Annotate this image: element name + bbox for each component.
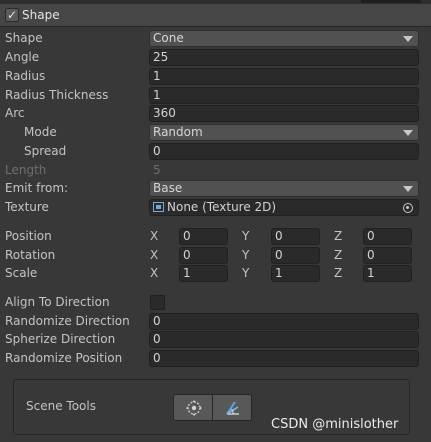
axis-y-label: Y	[242, 229, 250, 243]
align-to-direction-checkbox[interactable]	[150, 295, 165, 310]
shape-dropdown[interactable]: Cone	[149, 30, 419, 47]
scale-label: Scale	[5, 266, 38, 280]
radius-label: Radius	[5, 69, 46, 83]
rotation-y-field[interactable]: 0	[271, 247, 320, 264]
arc-field[interactable]: 360	[149, 105, 419, 122]
shape-dropdown-value: Cone	[153, 31, 184, 45]
texture-value: None (Texture 2D)	[167, 200, 277, 214]
length-field: 5	[153, 163, 161, 177]
angle-field[interactable]: 25	[149, 49, 419, 66]
shape-edit-icon	[226, 401, 239, 415]
arc-spread-field[interactable]: 0	[149, 143, 419, 160]
shape-edit-button[interactable]	[212, 394, 252, 421]
arc-mode-dropdown-value: Random	[153, 125, 203, 139]
axis-x-label: X	[150, 266, 159, 280]
watermark-text: CSDN @minislother	[271, 417, 399, 432]
rotation-label: Rotation	[5, 248, 56, 262]
axis-z-label: Z	[334, 248, 343, 262]
dropdown-arrow-icon	[403, 36, 413, 42]
transform-gizmo-icon	[186, 400, 202, 416]
arc-label: Arc	[5, 106, 25, 120]
dropdown-arrow-icon	[403, 130, 413, 136]
randomize-position-row: Randomize Position 0	[0, 349, 431, 368]
randomize-position-label: Randomize Position	[5, 351, 123, 365]
length-row: Length 5	[0, 161, 431, 180]
dropdown-arrow-icon	[403, 186, 413, 192]
randomize-direction-row: Randomize Direction 0	[0, 312, 431, 331]
angle-row: Angle 25	[0, 48, 431, 67]
radius-field[interactable]: 1	[149, 68, 419, 85]
axis-y-label: Y	[242, 248, 250, 262]
spherize-direction-field[interactable]: 0	[149, 331, 419, 348]
position-x-field[interactable]: 0	[179, 228, 228, 245]
align-to-direction-label: Align To Direction	[5, 295, 110, 309]
shape-module-header[interactable]: ✓ Shape	[0, 4, 431, 27]
emit-from-dropdown[interactable]: Base	[149, 180, 419, 197]
randomize-direction-label: Randomize Direction	[5, 314, 130, 328]
scale-y-field[interactable]: 1	[271, 265, 320, 282]
axis-y-label: Y	[242, 266, 250, 280]
arc-row: Arc 360	[0, 104, 431, 123]
scale-row: Scale X 1 Y 1 Z 1	[0, 264, 431, 283]
position-z-field[interactable]: 0	[363, 228, 412, 245]
shape-label: Shape	[5, 31, 43, 45]
transform-gizmo-button[interactable]	[173, 394, 213, 421]
axis-z-label: Z	[334, 229, 343, 243]
module-title: Shape	[22, 8, 60, 22]
randomize-position-field[interactable]: 0	[149, 350, 419, 367]
position-label: Position	[5, 229, 52, 243]
texture-object-field[interactable]: None (Texture 2D)	[149, 199, 419, 216]
axis-x-label: X	[150, 229, 159, 243]
texture-label: Texture	[5, 200, 49, 214]
axis-z-label: Z	[334, 266, 343, 280]
length-label: Length	[5, 163, 47, 177]
arc-spread-label: Spread	[24, 144, 67, 158]
scene-tools-label: Scene Tools	[26, 399, 96, 413]
arc-mode-row: Mode Random	[0, 123, 431, 142]
arc-mode-dropdown[interactable]: Random	[149, 124, 419, 141]
object-picker-icon[interactable]	[403, 203, 413, 213]
position-y-field[interactable]: 0	[271, 228, 320, 245]
arc-mode-label: Mode	[24, 125, 57, 139]
rotation-x-field[interactable]: 0	[179, 247, 228, 264]
radius-thickness-field[interactable]: 1	[149, 87, 419, 104]
texture-row: Texture None (Texture 2D)	[0, 198, 431, 217]
randomize-direction-field[interactable]: 0	[149, 313, 419, 330]
rotation-row: Rotation X 0 Y 0 Z 0	[0, 246, 431, 265]
module-enabled-checkbox[interactable]: ✓	[5, 8, 19, 22]
scale-x-field[interactable]: 1	[179, 265, 228, 282]
arc-spread-row: Spread 0	[0, 142, 431, 161]
top-strip-block	[361, 0, 421, 3]
spherize-direction-label: Spherize Direction	[5, 332, 116, 346]
align-to-direction-row: Align To Direction	[0, 293, 431, 312]
texture-icon	[153, 202, 164, 212]
radius-thickness-label: Radius Thickness	[5, 88, 109, 102]
scale-z-field[interactable]: 1	[363, 265, 412, 282]
radius-row: Radius 1	[0, 67, 431, 86]
emit-from-label: Emit from:	[5, 181, 69, 195]
radius-thickness-row: Radius Thickness 1	[0, 86, 431, 105]
shape-row: Shape Cone	[0, 29, 431, 48]
axis-x-label: X	[150, 248, 159, 262]
emit-from-dropdown-value: Base	[153, 181, 183, 195]
emit-from-row: Emit from: Base	[0, 179, 431, 198]
angle-label: Angle	[5, 50, 40, 64]
spherize-direction-row: Spherize Direction 0	[0, 330, 431, 349]
rotation-z-field[interactable]: 0	[363, 247, 412, 264]
position-row: Position X 0 Y 0 Z 0	[0, 227, 431, 246]
